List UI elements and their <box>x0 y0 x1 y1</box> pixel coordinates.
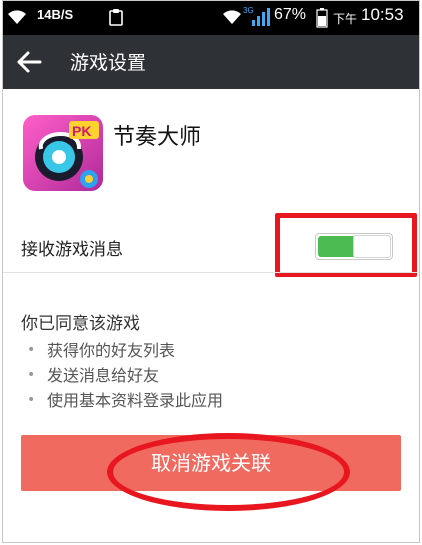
clock: 10:53 <box>361 5 404 24</box>
network-speed: 14B/S <box>37 7 74 22</box>
bullet-icon: • <box>27 392 36 408</box>
receive-messages-label: 接收游戏消息 <box>21 240 123 260</box>
bullet-icon: • <box>27 342 36 358</box>
app-name: 节奏大师 <box>113 125 202 150</box>
list-item: • 发送消息给好友 <box>25 363 223 388</box>
permission-text: 使用基本资料登录此应用 <box>47 391 224 410</box>
list-item: • 获得你的好友列表 <box>25 338 223 363</box>
annotation-rectangle <box>275 213 417 277</box>
svg-text:PK: PK <box>72 123 91 139</box>
phone-screen: 14B/S 3G 67% 下午 10:53 游戏设置 PK 节奏大师 接收游戏消… <box>2 0 420 543</box>
back-arrow-icon[interactable] <box>15 49 43 75</box>
page-title: 游戏设置 <box>70 52 147 74</box>
divider <box>3 272 419 273</box>
clipboard-icon <box>109 9 123 26</box>
permission-text: 发送消息给好友 <box>47 366 160 385</box>
battery-percent: 67% <box>274 6 307 23</box>
annotation-ellipse <box>107 433 350 511</box>
svg-text:3G: 3G <box>243 6 254 15</box>
bullet-icon: • <box>27 367 36 383</box>
permission-list: • 获得你的好友列表 • 发送消息给好友 • 使用基本资料登录此应用 <box>25 338 223 413</box>
wifi-icon <box>223 10 241 24</box>
permission-text: 获得你的好友列表 <box>47 341 176 360</box>
list-item: • 使用基本资料登录此应用 <box>25 388 223 413</box>
signal-icon: 3G <box>243 6 270 26</box>
app-header: 游戏设置 <box>3 35 419 89</box>
consent-title: 你已同意该游戏 <box>21 314 140 334</box>
game-app-icon: PK <box>23 115 103 191</box>
ampm-label: 下午 <box>333 12 358 26</box>
wifi-icon <box>8 10 26 24</box>
status-bar: 14B/S 3G 67% 下午 10:53 <box>3 1 419 35</box>
battery-icon <box>316 8 328 28</box>
